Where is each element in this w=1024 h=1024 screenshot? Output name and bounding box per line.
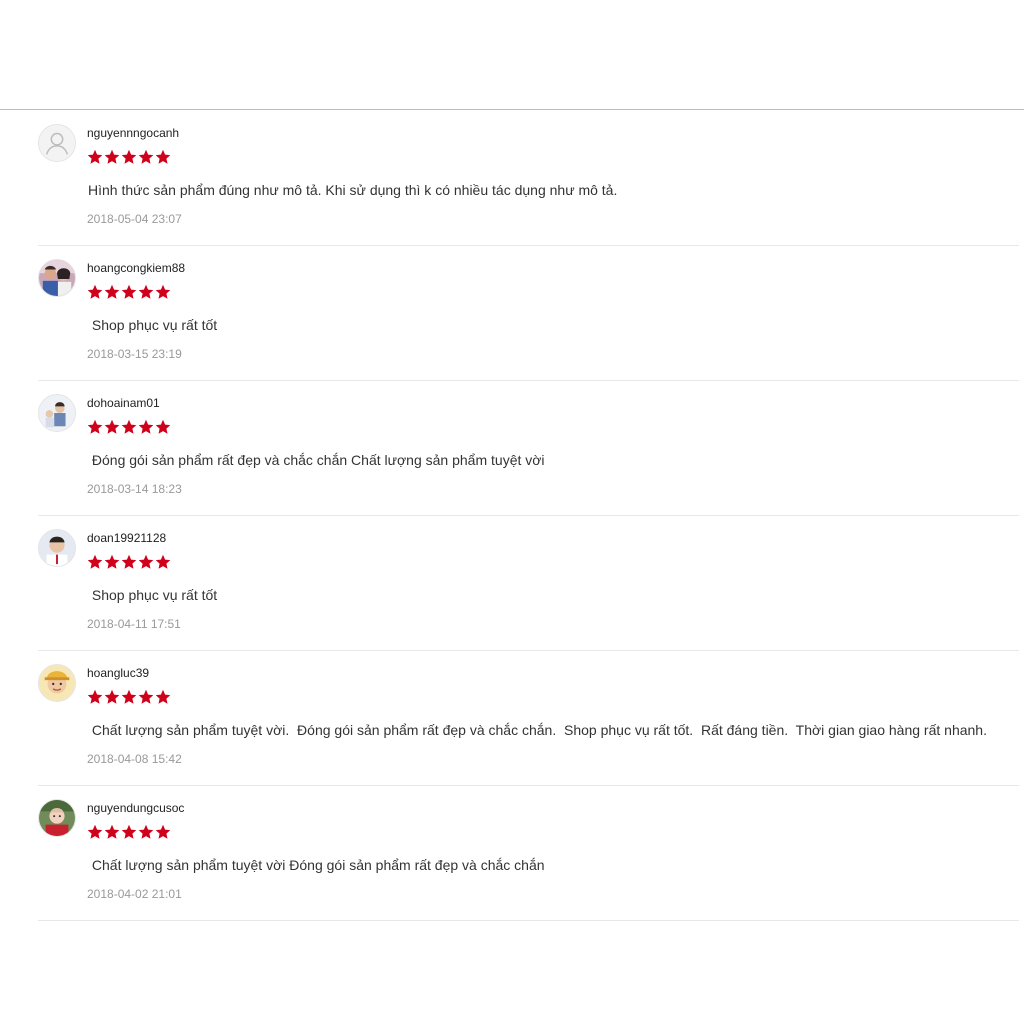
review-username[interactable]: hoangluc39 — [87, 666, 149, 680]
star-icon — [87, 149, 103, 164]
star-icon — [87, 554, 103, 569]
review-item: dohoainam01 Đóng gói sản phẩm rất đẹp và… — [38, 381, 1019, 516]
review-timestamp: 2018-03-14 18:23 — [87, 482, 182, 496]
review-item: nguyennngocanh Hình thức sản phẩm đúng n… — [38, 111, 1019, 246]
review-comment: Shop phục vụ rất tốt — [88, 587, 218, 603]
default-user-icon[interactable] — [38, 124, 76, 162]
star-icon — [155, 419, 171, 434]
review-item: nguyendungcusoc Chất lượng sản phẩm tuyệ… — [38, 786, 1019, 921]
star-rating — [87, 284, 171, 300]
star-icon — [121, 284, 137, 299]
star-icon — [155, 689, 171, 704]
review-comment: Chất lượng sản phẩm tuyệt vời. Đóng gói … — [88, 722, 987, 738]
star-rating — [87, 149, 171, 165]
review-username[interactable]: nguyendungcusoc — [87, 801, 184, 815]
star-icon — [138, 149, 154, 164]
star-icon — [121, 689, 137, 704]
top-divider — [0, 109, 1024, 110]
star-icon — [104, 689, 120, 704]
star-icon — [104, 554, 120, 569]
user-avatar[interactable] — [38, 799, 76, 837]
star-icon — [104, 419, 120, 434]
star-icon — [138, 419, 154, 434]
star-icon — [104, 149, 120, 164]
review-item: hoangluc39 Chất lượng sản phẩm tuyệt vời… — [38, 651, 1019, 786]
star-icon — [121, 824, 137, 839]
review-comment: Hình thức sản phẩm đúng như mô tả. Khi s… — [88, 182, 618, 198]
star-icon — [138, 824, 154, 839]
star-icon — [138, 554, 154, 569]
user-avatar[interactable] — [38, 394, 76, 432]
star-rating — [87, 419, 171, 435]
star-icon — [138, 284, 154, 299]
star-icon — [155, 149, 171, 164]
review-comment: Shop phục vụ rất tốt — [88, 317, 218, 333]
user-avatar[interactable] — [38, 529, 76, 567]
star-icon — [104, 284, 120, 299]
review-timestamp: 2018-05-04 23:07 — [87, 212, 182, 226]
star-icon — [121, 554, 137, 569]
review-comment: Đóng gói sản phẩm rất đẹp và chắc chắn C… — [88, 452, 545, 468]
star-icon — [155, 824, 171, 839]
star-icon — [87, 419, 103, 434]
star-icon — [87, 284, 103, 299]
star-icon — [155, 554, 171, 569]
review-item: hoangcongkiem88 Shop phục vụ rất tốt 201… — [38, 246, 1019, 381]
review-list: nguyennngocanh Hình thức sản phẩm đúng n… — [38, 111, 1019, 921]
review-timestamp: 2018-04-08 15:42 — [87, 752, 182, 766]
review-username[interactable]: dohoainam01 — [87, 396, 160, 410]
star-icon — [87, 824, 103, 839]
star-icon — [155, 284, 171, 299]
review-timestamp: 2018-04-02 21:01 — [87, 887, 182, 901]
review-comment: Chất lượng sản phẩm tuyệt vời Đóng gói s… — [88, 857, 545, 873]
star-icon — [87, 689, 103, 704]
user-avatar[interactable] — [38, 259, 76, 297]
review-timestamp: 2018-03-15 23:19 — [87, 347, 182, 361]
star-rating — [87, 554, 171, 570]
review-username[interactable]: hoangcongkiem88 — [87, 261, 185, 275]
star-rating — [87, 689, 171, 705]
review-username[interactable]: nguyennngocanh — [87, 126, 179, 140]
star-icon — [104, 824, 120, 839]
review-timestamp: 2018-04-11 17:51 — [87, 617, 181, 631]
star-icon — [121, 419, 137, 434]
review-item: doan19921128 Shop phục vụ rất tốt 2018-0… — [38, 516, 1019, 651]
star-icon — [138, 689, 154, 704]
star-rating — [87, 824, 171, 840]
star-icon — [121, 149, 137, 164]
review-username[interactable]: doan19921128 — [87, 531, 166, 545]
user-avatar[interactable] — [38, 664, 76, 702]
